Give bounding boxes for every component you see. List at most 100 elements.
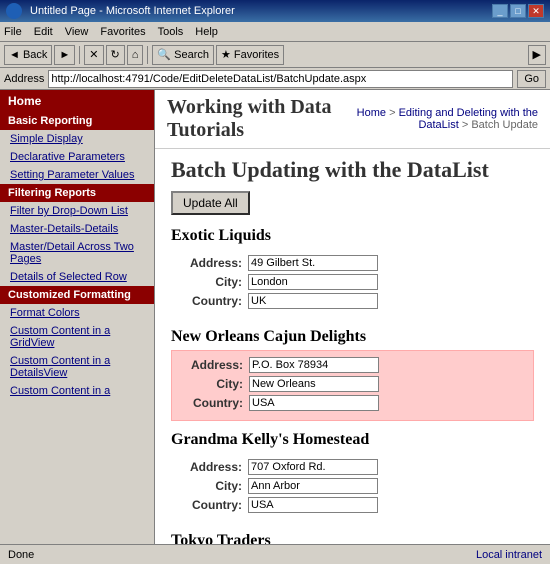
zone-text: Local intranet: [476, 549, 542, 561]
sidebar-item-selected-row[interactable]: Details of Selected Row: [0, 268, 154, 286]
address-input-1[interactable]: [249, 357, 379, 373]
stop-button[interactable]: ✕: [84, 45, 103, 65]
go-button[interactable]: Go: [517, 70, 546, 88]
country-input-1[interactable]: [249, 395, 379, 411]
sidebar-item-master-details[interactable]: Master-Details-Details: [0, 220, 154, 238]
maximize-button[interactable]: □: [510, 4, 526, 18]
sidebar-section-filtering-reports[interactable]: Filtering Reports: [0, 184, 154, 202]
sidebar: Home Basic Reporting Simple Display Decl…: [0, 90, 155, 544]
menu-file[interactable]: File: [4, 26, 22, 38]
menu-bar: File Edit View Favorites Tools Help: [0, 22, 550, 42]
company-name-3: Tokyo Traders: [171, 532, 534, 544]
country-label-0: Country:: [183, 294, 248, 308]
city-input-2[interactable]: [248, 478, 378, 494]
title-bar-left: Untitled Page - Microsoft Internet Explo…: [6, 3, 235, 19]
sidebar-item-declarative-parameters[interactable]: Declarative Parameters: [0, 148, 154, 166]
field-row-country-0: Country:: [183, 293, 522, 309]
window-title: Untitled Page - Microsoft Internet Explo…: [30, 5, 235, 17]
sidebar-item-master-detail-across[interactable]: Master/Detail Across Two Pages: [0, 238, 154, 268]
title-bar: Untitled Page - Microsoft Internet Explo…: [0, 0, 550, 22]
breadcrumb-sep-2: >: [462, 119, 471, 131]
back-button[interactable]: ◄ Back: [4, 45, 52, 65]
company-section-3: Tokyo Traders Address: City:: [171, 532, 534, 544]
menu-view[interactable]: View: [65, 26, 89, 38]
address-label: Address: [4, 73, 44, 85]
forward-button[interactable]: ►: [54, 45, 75, 65]
breadcrumb: Home > Editing and Deleting with the Dat…: [333, 107, 538, 131]
company-form-1: Address: City: Country:: [171, 350, 534, 421]
breadcrumb-home[interactable]: Home: [357, 107, 386, 119]
city-input-1[interactable]: [249, 376, 379, 392]
ie-icon: [6, 3, 22, 19]
address-input-2[interactable]: [248, 459, 378, 475]
menu-edit[interactable]: Edit: [34, 26, 53, 38]
content-inner: Batch Updating with the DataList Update …: [155, 149, 550, 544]
country-label-2: Country:: [183, 498, 248, 512]
sidebar-item-custom-content-other[interactable]: Custom Content in a: [0, 382, 154, 400]
field-row-address-1: Address:: [184, 357, 521, 373]
search-button[interactable]: 🔍 Search: [152, 45, 214, 65]
company-name-1: New Orleans Cajun Delights: [171, 328, 534, 346]
address-input[interactable]: [48, 70, 513, 88]
toolbar: ◄ Back ► ✕ ↻ ⌂ 🔍 Search ★ Favorites ▶: [0, 42, 550, 68]
window-controls[interactable]: _ □ ✕: [492, 4, 544, 18]
update-all-button[interactable]: Update All: [171, 191, 250, 215]
media-button[interactable]: ▶: [528, 45, 546, 65]
favorites-button[interactable]: ★ Favorites: [216, 45, 284, 65]
breadcrumb-current: Batch Update: [471, 119, 538, 131]
country-input-2[interactable]: [248, 497, 378, 513]
address-input-0[interactable]: [248, 255, 378, 271]
sidebar-home[interactable]: Home: [0, 90, 154, 112]
country-input-0[interactable]: [248, 293, 378, 309]
company-name-0: Exotic Liquids: [171, 227, 534, 245]
field-row-country-2: Country:: [183, 497, 522, 513]
scroll-area: Working with Data Tutorials Home > Editi…: [155, 90, 550, 544]
sidebar-item-custom-content-detailsview[interactable]: Custom Content in a DetailsView: [0, 352, 154, 382]
sidebar-section-basic-reporting[interactable]: Basic Reporting: [0, 112, 154, 130]
city-input-0[interactable]: [248, 274, 378, 290]
field-row-address-2: Address:: [183, 459, 522, 475]
company-section-2: Grandma Kelly's Homestead Address: City:…: [171, 431, 534, 522]
sidebar-item-setting-parameter-values[interactable]: Setting Parameter Values: [0, 166, 154, 184]
field-row-city-0: City:: [183, 274, 522, 290]
address-bar: Address Go: [0, 68, 550, 90]
close-button[interactable]: ✕: [528, 4, 544, 18]
company-name-2: Grandma Kelly's Homestead: [171, 431, 534, 449]
toolbar-separator: [79, 46, 80, 64]
sidebar-item-custom-content-gridview[interactable]: Custom Content in a GridView: [0, 322, 154, 352]
page-content: Home Basic Reporting Simple Display Decl…: [0, 90, 550, 544]
sidebar-section-customized-formatting[interactable]: Customized Formatting: [0, 286, 154, 304]
menu-favorites[interactable]: Favorites: [100, 26, 145, 38]
city-label-0: City:: [183, 275, 248, 289]
city-label-1: City:: [184, 377, 249, 391]
breadcrumb-sep-1: >: [389, 107, 398, 119]
menu-tools[interactable]: Tools: [158, 26, 184, 38]
page-title: Batch Updating with the DataList: [171, 157, 534, 183]
company-form-2: Address: City: Country:: [171, 453, 534, 522]
page-header: Working with Data Tutorials Home > Editi…: [155, 90, 550, 149]
sidebar-item-filter-dropdown[interactable]: Filter by Drop-Down List: [0, 202, 154, 220]
toolbar-separator-2: [147, 46, 148, 64]
site-title: Working with Data Tutorials: [167, 96, 333, 142]
company-section-1: New Orleans Cajun Delights Address: City…: [171, 328, 534, 421]
sidebar-item-simple-display[interactable]: Simple Display: [0, 130, 154, 148]
address-label-1: Address:: [184, 358, 249, 372]
sidebar-item-format-colors[interactable]: Format Colors: [0, 304, 154, 322]
home-button[interactable]: ⌂: [127, 45, 144, 65]
address-label-2: Address:: [183, 460, 248, 474]
company-form-0: Address: City: Country:: [171, 249, 534, 318]
country-label-1: Country:: [184, 396, 249, 410]
refresh-button[interactable]: ↻: [106, 45, 125, 65]
main-content: Working with Data Tutorials Home > Editi…: [155, 90, 550, 544]
minimize-button[interactable]: _: [492, 4, 508, 18]
field-row-address-0: Address:: [183, 255, 522, 271]
address-label-0: Address:: [183, 256, 248, 270]
field-row-city-2: City:: [183, 478, 522, 494]
menu-help[interactable]: Help: [195, 26, 218, 38]
field-row-city-1: City:: [184, 376, 521, 392]
company-section-0: Exotic Liquids Address: City: Country:: [171, 227, 534, 318]
city-label-2: City:: [183, 479, 248, 493]
field-row-country-1: Country:: [184, 395, 521, 411]
status-bar: Done Local intranet: [0, 544, 550, 564]
status-text: Done: [8, 549, 34, 561]
